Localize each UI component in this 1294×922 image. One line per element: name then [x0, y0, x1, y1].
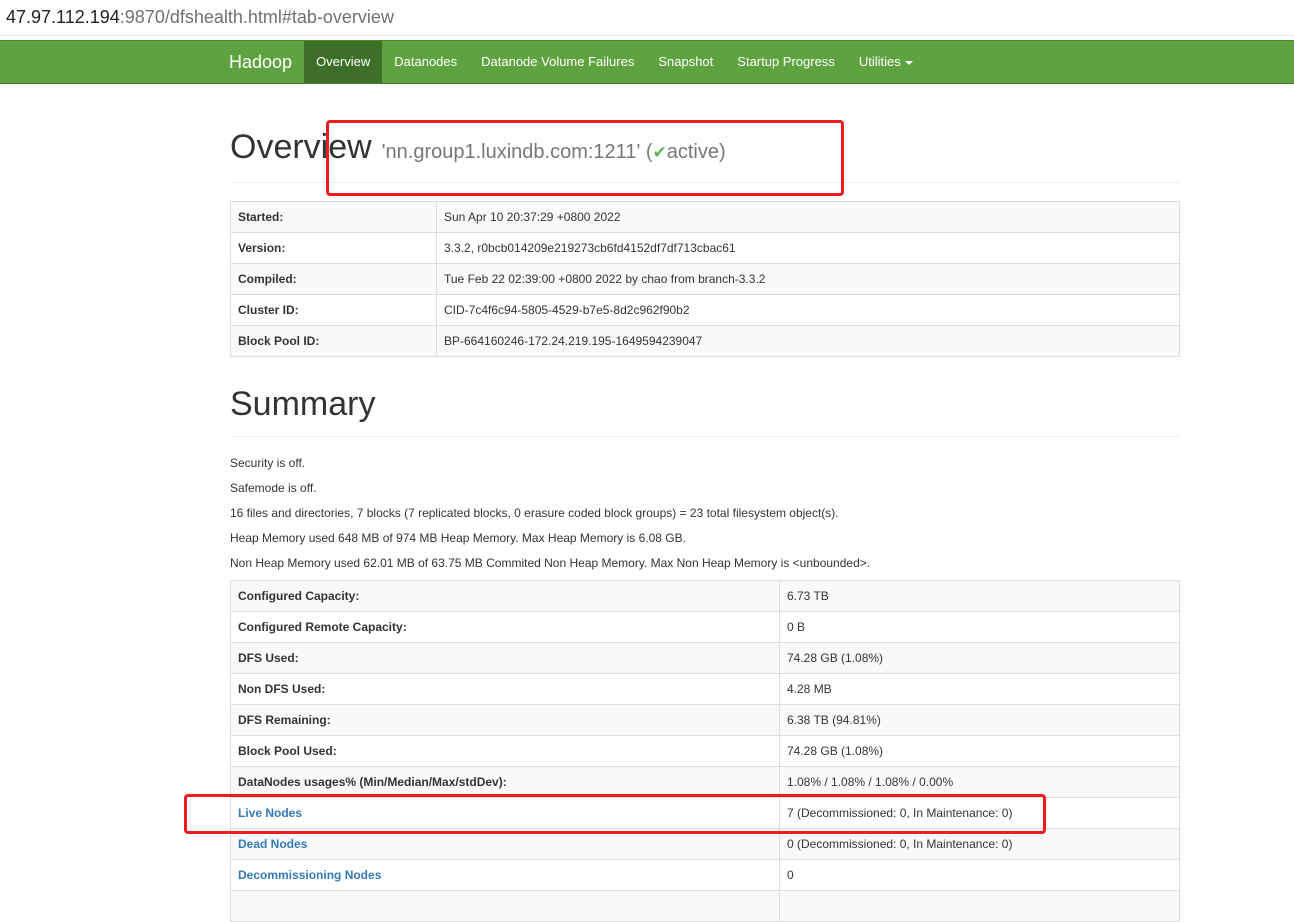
table-row: Version: 3.3.2, r0bcb014209e219273cb6fd4…	[230, 232, 1180, 264]
row-key: Dead Nodes	[230, 828, 780, 860]
heap-memory: Heap Memory used 648 MB of 974 MB Heap M…	[230, 531, 686, 545]
nav-startup-progress[interactable]: Startup Progress	[725, 41, 847, 83]
row-key: Live Nodes	[230, 797, 780, 829]
row-key: Configured Remote Capacity:	[230, 611, 780, 643]
row-value: 1.08% / 1.08% / 1.08% / 0.00%	[779, 766, 1180, 798]
row-value: BP-664160246-172.24.219.195-164959423904…	[436, 325, 1180, 357]
row-key: DFS Remaining:	[230, 704, 780, 736]
overview-table: Started: Sun Apr 10 20:37:29 +0800 2022 …	[230, 201, 1180, 357]
table-row: Decommissioning Nodes 0	[230, 859, 1180, 891]
table-row: Non DFS Used: 4.28 MB	[230, 673, 1180, 705]
table-row: Block Pool Used: 74.28 GB (1.08%)	[230, 735, 1180, 767]
nav-snapshot[interactable]: Snapshot	[646, 41, 725, 83]
filesystem-objects: 16 files and directories, 7 blocks (7 re…	[230, 506, 839, 520]
security-status: Security is off.	[230, 456, 306, 470]
table-row: DFS Used: 74.28 GB (1.08%)	[230, 642, 1180, 674]
namenode-state: active	[666, 141, 719, 163]
row-value: CID-7c4f6c94-5805-4529-b7e5-8d2c962f90b2	[436, 294, 1180, 326]
row-key: Version:	[230, 232, 437, 264]
nav-utilities-label: Utilities	[858, 54, 901, 69]
table-row	[230, 890, 1180, 922]
row-value: 0 B	[779, 611, 1180, 643]
brand-hadoop[interactable]: Hadoop	[218, 41, 304, 83]
namenode-subtitle: 'nn.group1.luxindb.com:1211' (✔active)	[381, 141, 726, 163]
summary-table: Configured Capacity: 6.73 TB Configured …	[230, 580, 1180, 922]
row-value: Sun Apr 10 20:37:29 +0800 2022	[436, 201, 1180, 233]
table-row: Cluster ID: CID-7c4f6c94-5805-4529-b7e5-…	[230, 294, 1180, 326]
table-row: Started: Sun Apr 10 20:37:29 +0800 2022	[230, 201, 1180, 233]
table-row: DFS Remaining: 6.38 TB (94.81%)	[230, 704, 1180, 736]
row-value: 6.73 TB	[779, 580, 1180, 612]
nav-utilities[interactable]: Utilities	[847, 41, 925, 83]
safemode-status: Safemode is off.	[230, 481, 317, 495]
row-key: DataNodes usages% (Min/Median/Max/stdDev…	[230, 766, 780, 798]
row-key: DFS Used:	[230, 642, 780, 674]
row-key: Started:	[230, 201, 437, 233]
overview-title: Overview	[230, 128, 372, 166]
table-row: Dead Nodes 0 (Decommissioned: 0, In Main…	[230, 828, 1180, 860]
table-row: Configured Capacity: 6.73 TB	[230, 580, 1180, 612]
row-key: Configured Capacity:	[230, 580, 780, 612]
url-path: :9870/dfshealth.html#tab-overview	[119, 7, 394, 27]
dead-nodes-link[interactable]: Dead Nodes	[238, 837, 307, 851]
url-host: 47.97.112.194	[6, 7, 120, 27]
row-value: 0 (Decommissioned: 0, In Maintenance: 0)	[779, 828, 1180, 860]
caret-down-icon	[904, 60, 913, 65]
address-bar[interactable]: 47.97.112.194:9870/dfshealth.html#tab-ov…	[0, 0, 1294, 36]
namenode-address: 'nn.group1.luxindb.com:1211'	[381, 141, 641, 163]
row-key: Decommissioning Nodes	[230, 859, 780, 891]
overview-header: Overview 'nn.group1.luxindb.com:1211' (✔…	[230, 128, 1180, 183]
decommissioning-nodes-link[interactable]: Decommissioning Nodes	[238, 868, 381, 882]
non-heap-memory: Non Heap Memory used 62.01 MB of 63.75 M…	[230, 556, 871, 570]
row-value: 74.28 GB (1.08%)	[779, 642, 1180, 674]
navbar: Hadoop Overview Datanodes Datanode Volum…	[0, 40, 1294, 84]
table-row: DataNodes usages% (Min/Median/Max/stdDev…	[230, 766, 1180, 798]
table-row: Configured Remote Capacity: 0 B	[230, 611, 1180, 643]
live-nodes-link[interactable]: Live Nodes	[238, 806, 302, 820]
nav-overview[interactable]: Overview	[304, 41, 383, 83]
row-value: 4.28 MB	[779, 673, 1180, 705]
table-row: Compiled: Tue Feb 22 02:39:00 +0800 2022…	[230, 263, 1180, 295]
row-value: 3.3.2, r0bcb014209e219273cb6fd4152df7df7…	[436, 232, 1180, 264]
row-key: Block Pool Used:	[230, 735, 780, 767]
table-row: Block Pool ID: BP-664160246-172.24.219.1…	[230, 325, 1180, 357]
row-value: 6.38 TB (94.81%)	[779, 704, 1180, 736]
summary-title: Summary	[230, 385, 1180, 437]
row-key: Block Pool ID:	[230, 325, 437, 357]
row-key: Cluster ID:	[230, 294, 437, 326]
row-value: 7 (Decommissioned: 0, In Maintenance: 0)	[779, 797, 1180, 829]
row-key: Compiled:	[230, 263, 437, 295]
row-value	[779, 890, 1180, 922]
nav-datanodes[interactable]: Datanodes	[382, 41, 469, 83]
row-key	[230, 890, 780, 922]
summary-lines: Security is off. Safemode is off. 16 fil…	[230, 451, 1180, 576]
nav-datanode-volume-failures[interactable]: Datanode Volume Failures	[469, 41, 646, 83]
row-value: Tue Feb 22 02:39:00 +0800 2022 by chao f…	[436, 263, 1180, 295]
row-value: 74.28 GB (1.08%)	[779, 735, 1180, 767]
row-key: Non DFS Used:	[230, 673, 780, 705]
main-content: Overview 'nn.group1.luxindb.com:1211' (✔…	[230, 84, 1180, 922]
table-row: Live Nodes 7 (Decommissioned: 0, In Main…	[230, 797, 1180, 829]
row-value: 0	[779, 859, 1180, 891]
check-icon: ✔	[652, 143, 667, 162]
